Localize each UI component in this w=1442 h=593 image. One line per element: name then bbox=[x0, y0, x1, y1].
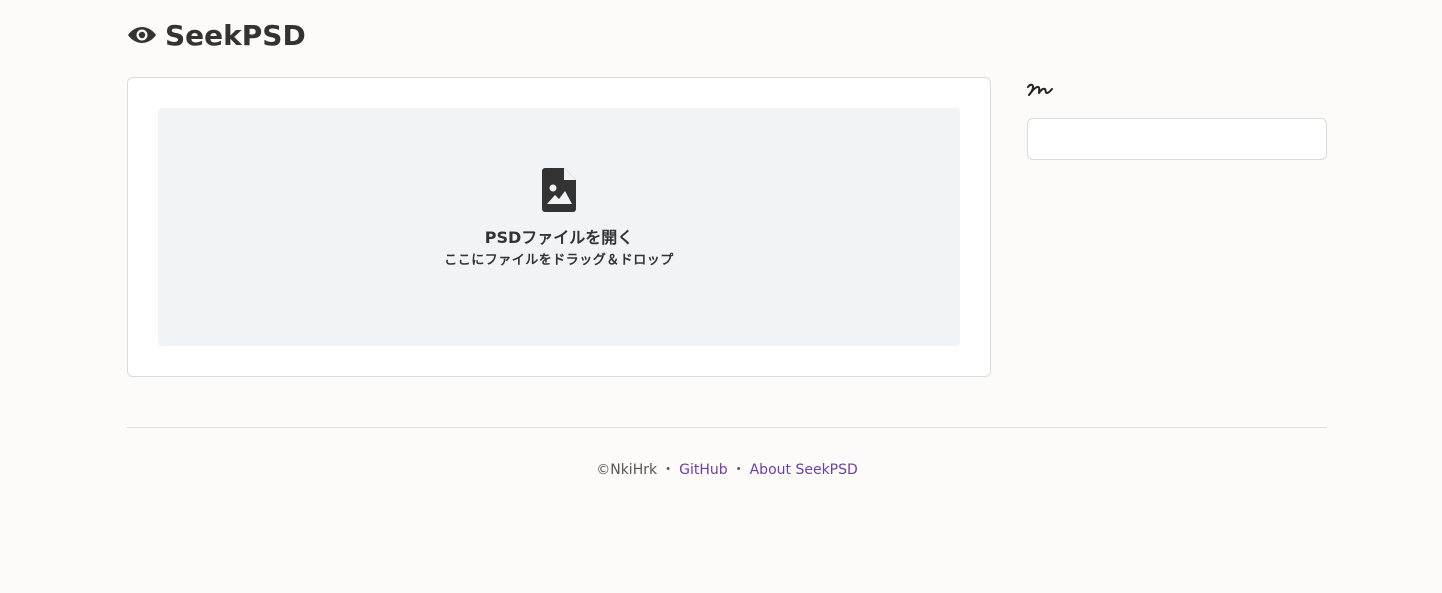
file-image-icon bbox=[542, 168, 576, 212]
site-title[interactable]: SeekPSD bbox=[165, 19, 306, 52]
sidebar-search-input[interactable] bbox=[1027, 118, 1327, 160]
drag-drop-hint: ここにファイルをドラッグ＆ドロップ bbox=[444, 253, 674, 268]
site-header: SeekPSD bbox=[127, 14, 306, 56]
about-link[interactable]: About SeekPSD bbox=[750, 462, 858, 478]
copyright-text: ©NkiHrk bbox=[596, 462, 658, 478]
eye-icon bbox=[128, 27, 156, 43]
open-psd-label: PSDファイルを開く bbox=[484, 228, 634, 247]
footer-separator: ・ bbox=[731, 462, 746, 478]
footer-divider bbox=[127, 427, 1327, 428]
sidebar bbox=[1027, 78, 1327, 160]
site-footer: ©NkiHrk ・ GitHub ・ About SeekPSD bbox=[127, 459, 1327, 479]
footer-separator: ・ bbox=[661, 462, 676, 478]
upload-card: PSDファイルを開く ここにファイルをドラッグ＆ドロップ bbox=[127, 77, 991, 377]
signature-logo bbox=[1027, 83, 1053, 96]
file-dropzone[interactable]: PSDファイルを開く ここにファイルをドラッグ＆ドロップ bbox=[158, 108, 960, 346]
github-link[interactable]: GitHub bbox=[679, 462, 728, 478]
